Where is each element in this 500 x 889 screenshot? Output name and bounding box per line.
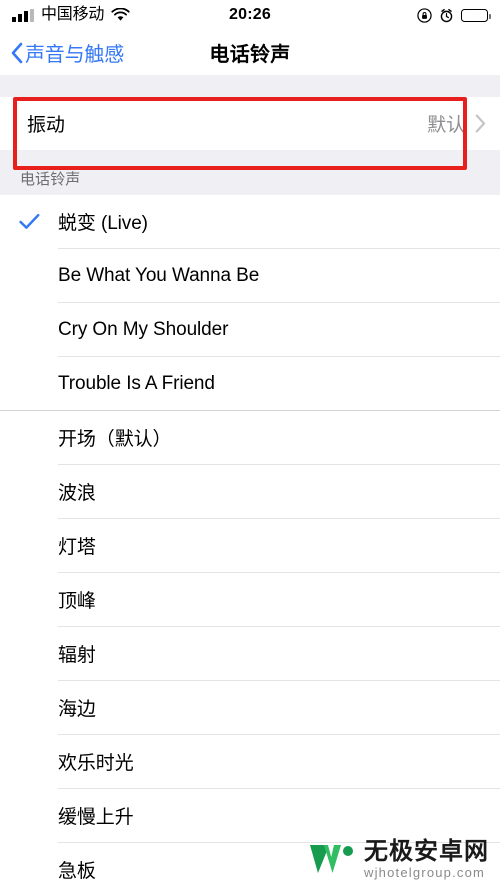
ringtone-row[interactable]: 开场（默认） [0, 411, 500, 464]
chevron-right-icon [475, 114, 486, 133]
vibration-row[interactable]: 振动 默认 [0, 97, 500, 150]
ringtone-label: 海边 [58, 699, 96, 720]
carrier-label: 中国移动 [41, 6, 105, 23]
battery-icon [461, 8, 491, 22]
spacer-above-vibration [0, 75, 500, 97]
ringtone-row[interactable]: 蜕变 (Live) [0, 195, 500, 248]
ringtone-section-header: 电话铃声 [0, 150, 500, 195]
ringtone-row[interactable]: 缓慢上升 [0, 789, 500, 842]
ringtone-row[interactable]: 辐射 [0, 627, 500, 680]
alarm-clock-icon [439, 8, 454, 23]
rotation-lock-icon [417, 7, 432, 23]
ringtone-label: 开场（默认） [58, 429, 172, 450]
ringtone-label: 波浪 [58, 483, 96, 504]
vibration-row-label: 振动 [27, 115, 65, 136]
vibration-group: 振动 默认 [0, 97, 500, 150]
ringtone-row[interactable]: Trouble Is A Friend [0, 357, 500, 410]
back-button[interactable]: 声音与触感 [0, 38, 124, 67]
ringtone-row[interactable]: 灯塔 [0, 519, 500, 572]
ringtone-row[interactable]: 欢乐时光 [0, 735, 500, 788]
ringtone-label: Be What You Wanna Be [58, 264, 260, 286]
signal-bars-icon [12, 8, 34, 22]
vibration-row-value: 默认 [427, 115, 465, 136]
ringtone-row[interactable]: 海边 [0, 681, 500, 734]
ringtone-row[interactable]: 顶峰 [0, 573, 500, 626]
ringtone-label: 辐射 [58, 645, 96, 666]
ringtone-label: 急板 [58, 861, 96, 882]
chevron-left-icon [10, 42, 23, 64]
status-bar-left: 中国移动 [12, 7, 250, 23]
navigation-bar: 声音与触感 电话铃声 [0, 30, 500, 75]
ringtone-label: 欢乐时光 [58, 753, 134, 774]
ringtone-label: 顶峰 [58, 591, 96, 612]
checkmark-icon [0, 213, 58, 230]
ringtone-row[interactable]: 波浪 [0, 465, 500, 518]
ringtone-label: Cry On My Shoulder [58, 318, 229, 340]
ringtone-label: 蜕变 (Live) [58, 213, 148, 234]
ringtone-row[interactable]: 急板 [0, 843, 500, 889]
status-bar-right [250, 7, 491, 23]
back-button-label: 声音与触感 [25, 44, 124, 66]
ringtone-row[interactable]: Cry On My Shoulder [0, 303, 500, 356]
custom-ringtones-group: 蜕变 (Live) Be What You Wanna Be Cry On My… [0, 195, 500, 411]
ringtone-label: 灯塔 [58, 537, 96, 558]
ringtone-label: Trouble Is A Friend [58, 372, 215, 394]
phone-screen: 中国移动 20:26 声音与触感 电话铃声 振动 默认 电话铃声 蜕变 (Liv… [0, 0, 500, 889]
default-ringtones-group: 开场（默认） 波浪 灯塔 顶峰 辐射 海边 欢乐时光 缓慢上升 急板 [0, 411, 500, 889]
ringtone-label: 缓慢上升 [58, 807, 134, 828]
wifi-icon [111, 8, 130, 22]
status-bar: 中国移动 20:26 [0, 0, 500, 30]
ringtone-row[interactable]: Be What You Wanna Be [0, 249, 500, 302]
